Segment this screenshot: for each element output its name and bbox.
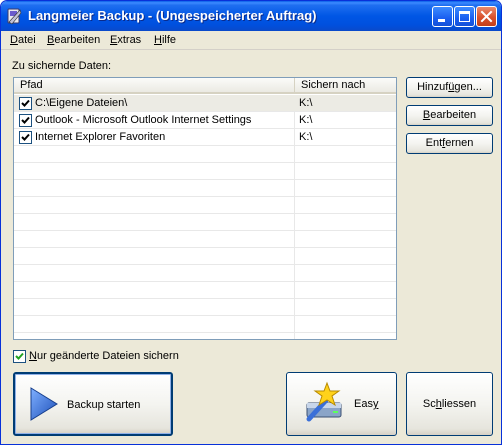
maximize-icon (459, 11, 470, 22)
checkmark-icon (15, 352, 24, 360)
start-backup-label: Backup starten (67, 399, 141, 411)
list-item (14, 163, 396, 180)
checkmark-icon (21, 133, 30, 141)
list-item (14, 197, 396, 214)
list-item (14, 333, 396, 339)
app-window: Langmeier Backup - (Ungespeicherter Auft… (0, 0, 502, 445)
easy-wizard-icon (299, 379, 349, 432)
row-path: C:\Eigene Dateien\ (35, 97, 128, 109)
list-item (14, 282, 396, 299)
row-checkbox[interactable] (19, 97, 32, 110)
list-item[interactable]: Outlook - Microsoft Outlook Internet Set… (14, 112, 396, 129)
menu-bar: Datei Bearbeiten Extras Hilfe (1, 31, 501, 50)
changed-only-checkbox[interactable] (13, 350, 26, 363)
easy-button[interactable]: Easy (286, 372, 397, 436)
list-item (14, 180, 396, 197)
easy-label: Easy (354, 398, 379, 410)
close-label: Schliessen (422, 398, 477, 410)
column-header-pfad[interactable]: Pfad (14, 78, 295, 94)
row-path: Outlook - Microsoft Outlook Internet Set… (35, 114, 252, 126)
row-checkbox[interactable] (19, 131, 32, 144)
list-item (14, 316, 396, 333)
list-item (14, 214, 396, 231)
start-backup-button[interactable]: Backup starten (13, 372, 173, 436)
row-path: Internet Explorer Favoriten (35, 131, 166, 143)
list-item[interactable]: C:\Eigene Dateien\ K:\ (14, 95, 396, 112)
list-item (14, 265, 396, 282)
window-title: Langmeier Backup - (Ungespeicherter Auft… (28, 8, 317, 23)
list-item (14, 231, 396, 248)
row-destination: K:\ (299, 131, 313, 143)
remove-button[interactable]: Entfernen (406, 133, 493, 154)
minimize-icon (438, 19, 445, 22)
list-item (14, 248, 396, 265)
row-checkbox[interactable] (19, 114, 32, 127)
column-header-sichern-nach[interactable]: Sichern nach (295, 78, 396, 94)
menu-extras[interactable]: Extras (110, 34, 141, 46)
changed-only-label[interactable]: Nur geänderte Dateien sichern (29, 350, 179, 362)
play-icon (29, 386, 59, 425)
row-destination: K:\ (299, 114, 313, 126)
menu-datei[interactable]: Datei (10, 34, 36, 46)
close-icon (480, 10, 493, 23)
title-bar[interactable]: Langmeier Backup - (Ungespeicherter Auft… (1, 1, 501, 31)
edit-button[interactable]: Bearbeiten (406, 105, 493, 126)
list-item (14, 299, 396, 316)
maximize-button[interactable] (454, 6, 475, 27)
checkmark-icon (21, 99, 30, 107)
list-item (14, 146, 396, 163)
menu-bearbeiten[interactable]: Bearbeiten (47, 34, 100, 46)
checkmark-icon (21, 116, 30, 124)
section-label: Zu sichernde Daten: (12, 60, 112, 72)
list-header: Pfad Sichern nach (14, 78, 396, 94)
menu-hilfe[interactable]: Hilfe (154, 34, 176, 46)
add-button[interactable]: Hinzufügen... (406, 77, 493, 98)
close-button[interactable]: Schliessen (406, 372, 493, 436)
backup-items-list[interactable]: Pfad Sichern nach C:\Eigene Dateien\ K:\… (13, 77, 397, 340)
minimize-button[interactable] (432, 6, 453, 27)
close-window-button[interactable] (476, 6, 497, 27)
list-item[interactable]: Internet Explorer Favoriten K:\ (14, 129, 396, 146)
row-destination: K:\ (299, 97, 313, 109)
app-logo-icon (6, 7, 23, 25)
